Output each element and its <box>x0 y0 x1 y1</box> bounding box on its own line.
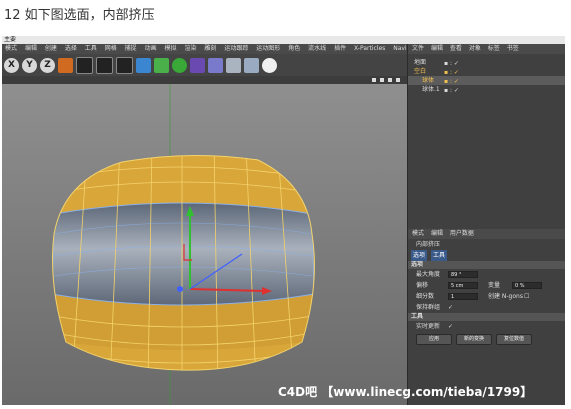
menu-item[interactable]: 模拟 <box>165 45 177 52</box>
preserve-groups-row: 保持群组 ✓ <box>408 302 565 313</box>
tool-title-row: 内部挤压 <box>408 239 565 250</box>
subdivision-row: 细分数 1 创建 N-gons ☐ <box>408 291 565 302</box>
om-menu-item[interactable]: 对象 <box>469 45 481 52</box>
light-icon[interactable] <box>262 57 277 73</box>
menu-item[interactable]: 雕刻 <box>204 45 216 52</box>
watermark: C4D吧 【www.linecg.com/tieba/1799】 <box>278 385 533 399</box>
ngons-label: 创建 N-gons <box>488 293 523 300</box>
window-title: 主要 <box>4 36 17 43</box>
visibility-icon[interactable]: ▪ : ✓ <box>444 86 459 95</box>
object-manager-menu: 文件 编辑 查看 对象 标签 书签 <box>408 44 565 54</box>
attr-menu-item[interactable]: 模式 <box>412 230 424 237</box>
options-section-header: 选项 <box>408 261 565 269</box>
deformer-icon[interactable] <box>190 57 205 73</box>
main-toolbar: X Y Z <box>2 54 407 76</box>
menu-item[interactable]: 运动图形 <box>256 45 280 52</box>
render-settings-icon[interactable] <box>116 56 133 74</box>
menu-item[interactable]: 运动跟踪 <box>224 45 248 52</box>
environment-icon[interactable] <box>208 57 223 73</box>
3d-viewport[interactable] <box>2 84 407 405</box>
attr-menu-item[interactable]: 用户数据 <box>450 230 474 237</box>
menu-item[interactable]: 模式 <box>5 45 17 52</box>
offset-row: 偏移 5 cm 变量 0 % <box>408 280 565 291</box>
tab-options[interactable]: 选项 <box>411 250 428 261</box>
pen-icon[interactable] <box>154 57 169 73</box>
c4d-window: 主要 模式 编辑 创建 选择 工具 网格 捕捉 动画 模拟 渲染 雕刻 运动跟踪… <box>2 36 565 405</box>
cube-icon[interactable] <box>136 57 151 73</box>
menu-item[interactable]: 创建 <box>45 45 57 52</box>
realtime-label: 实时更新 <box>416 323 441 330</box>
tool-buttons-row: 应用 新的变换 复位数值 <box>408 332 565 346</box>
attr-menu-item[interactable]: 编辑 <box>431 230 443 237</box>
viewport-header <box>2 76 407 84</box>
menu-item[interactable]: 流水线 <box>308 45 326 52</box>
menu-item[interactable]: 工具 <box>85 45 97 52</box>
menu-item[interactable]: Navi <box>393 45 406 52</box>
render-view-icon[interactable] <box>76 56 93 74</box>
max-angle-input[interactable]: 89 ° <box>448 271 478 278</box>
variance-input[interactable]: 0 % <box>512 282 542 289</box>
preserve-groups-checkbox[interactable]: ✓ <box>448 302 453 313</box>
object-row[interactable]: 地面 ▪ : ✓ <box>408 58 565 67</box>
menu-item[interactable]: 捕捉 <box>125 45 137 52</box>
realtime-checkbox[interactable]: ✓ <box>448 321 453 332</box>
attributes-panel: 内部挤压 选项 工具 选项 最大角度 89 ° 偏移 5 cm 变量 0 % 细… <box>408 239 565 346</box>
menu-item[interactable]: 动画 <box>145 45 157 52</box>
om-menu-item[interactable]: 查看 <box>450 45 462 52</box>
menu-item[interactable]: 网格 <box>105 45 117 52</box>
main-menubar: 模式 编辑 创建 选择 工具 网格 捕捉 动画 模拟 渲染 雕刻 运动跟踪 运动… <box>2 44 407 54</box>
apply-button[interactable]: 应用 <box>416 334 452 345</box>
subdivision-input[interactable]: 1 <box>448 293 478 300</box>
attr-tabs: 选项 工具 <box>408 250 565 261</box>
camera-icon[interactable] <box>244 57 259 73</box>
variance-label: 变量 <box>488 282 501 289</box>
tool-title: 内部挤压 <box>416 241 441 248</box>
undo-icon[interactable]: X <box>4 57 19 73</box>
tool-section-header: 工具 <box>408 313 565 321</box>
subdivision-label: 细分数 <box>416 293 435 300</box>
object-name: 球体 <box>422 77 435 84</box>
om-menu-item[interactable]: 文件 <box>412 45 424 52</box>
max-angle-row: 最大角度 89 ° <box>408 269 565 280</box>
om-menu-item[interactable]: 书签 <box>507 45 519 52</box>
realtime-row: 实时更新 ✓ <box>408 321 565 332</box>
tutorial-caption: 12 如下图选面，内部挤压 <box>4 8 155 23</box>
selected-faces <box>52 202 315 306</box>
menu-item[interactable]: 角色 <box>288 45 300 52</box>
new-transform-button[interactable]: 新的变换 <box>456 334 492 345</box>
object-row[interactable]: 球体.1 ▪ : ✓ <box>408 85 565 94</box>
zoom-icon[interactable]: Z <box>40 57 55 73</box>
menu-item[interactable]: 插件 <box>334 45 346 52</box>
window-titlebar: 主要 <box>2 36 565 44</box>
object-name: 地面 <box>414 59 427 66</box>
offset-input[interactable]: 5 cm <box>448 282 478 289</box>
object-row[interactable]: 球体 ▪ : ✓ <box>408 76 565 85</box>
redo-icon[interactable]: Y <box>22 57 37 73</box>
right-panel: 文件 编辑 查看 对象 标签 书签 地面 ▪ : ✓ 空白 ▪ : ✓ 球体 ▪… <box>407 44 565 405</box>
preserve-groups-label: 保持群组 <box>416 304 441 311</box>
menu-item[interactable]: X-Particles <box>354 45 385 52</box>
viewport-nav-icons <box>372 78 400 82</box>
subdivision-icon[interactable] <box>172 57 187 73</box>
max-angle-label: 最大角度 <box>416 271 441 278</box>
menu-item[interactable]: 编辑 <box>25 45 37 52</box>
menu-item[interactable]: 渲染 <box>184 45 196 52</box>
object-row[interactable]: 空白 ▪ : ✓ <box>408 67 565 76</box>
scene-icon[interactable] <box>226 57 241 73</box>
om-menu-item[interactable]: 编辑 <box>431 45 443 52</box>
object-name: 空白 <box>414 68 427 75</box>
object-name: 球体.1 <box>422 86 440 93</box>
render-icon[interactable] <box>96 56 113 74</box>
om-menu-item[interactable]: 标签 <box>488 45 500 52</box>
ngons-checkbox[interactable]: ☐ <box>524 291 529 302</box>
reset-values-button[interactable]: 复位数值 <box>496 334 532 345</box>
offset-label: 偏移 <box>416 282 429 289</box>
menu-item[interactable]: 选择 <box>65 45 77 52</box>
tab-tool[interactable]: 工具 <box>430 250 447 261</box>
attributes-menu: 模式 编辑 用户数据 <box>408 229 565 239</box>
coordinate-icon[interactable] <box>58 57 73 73</box>
